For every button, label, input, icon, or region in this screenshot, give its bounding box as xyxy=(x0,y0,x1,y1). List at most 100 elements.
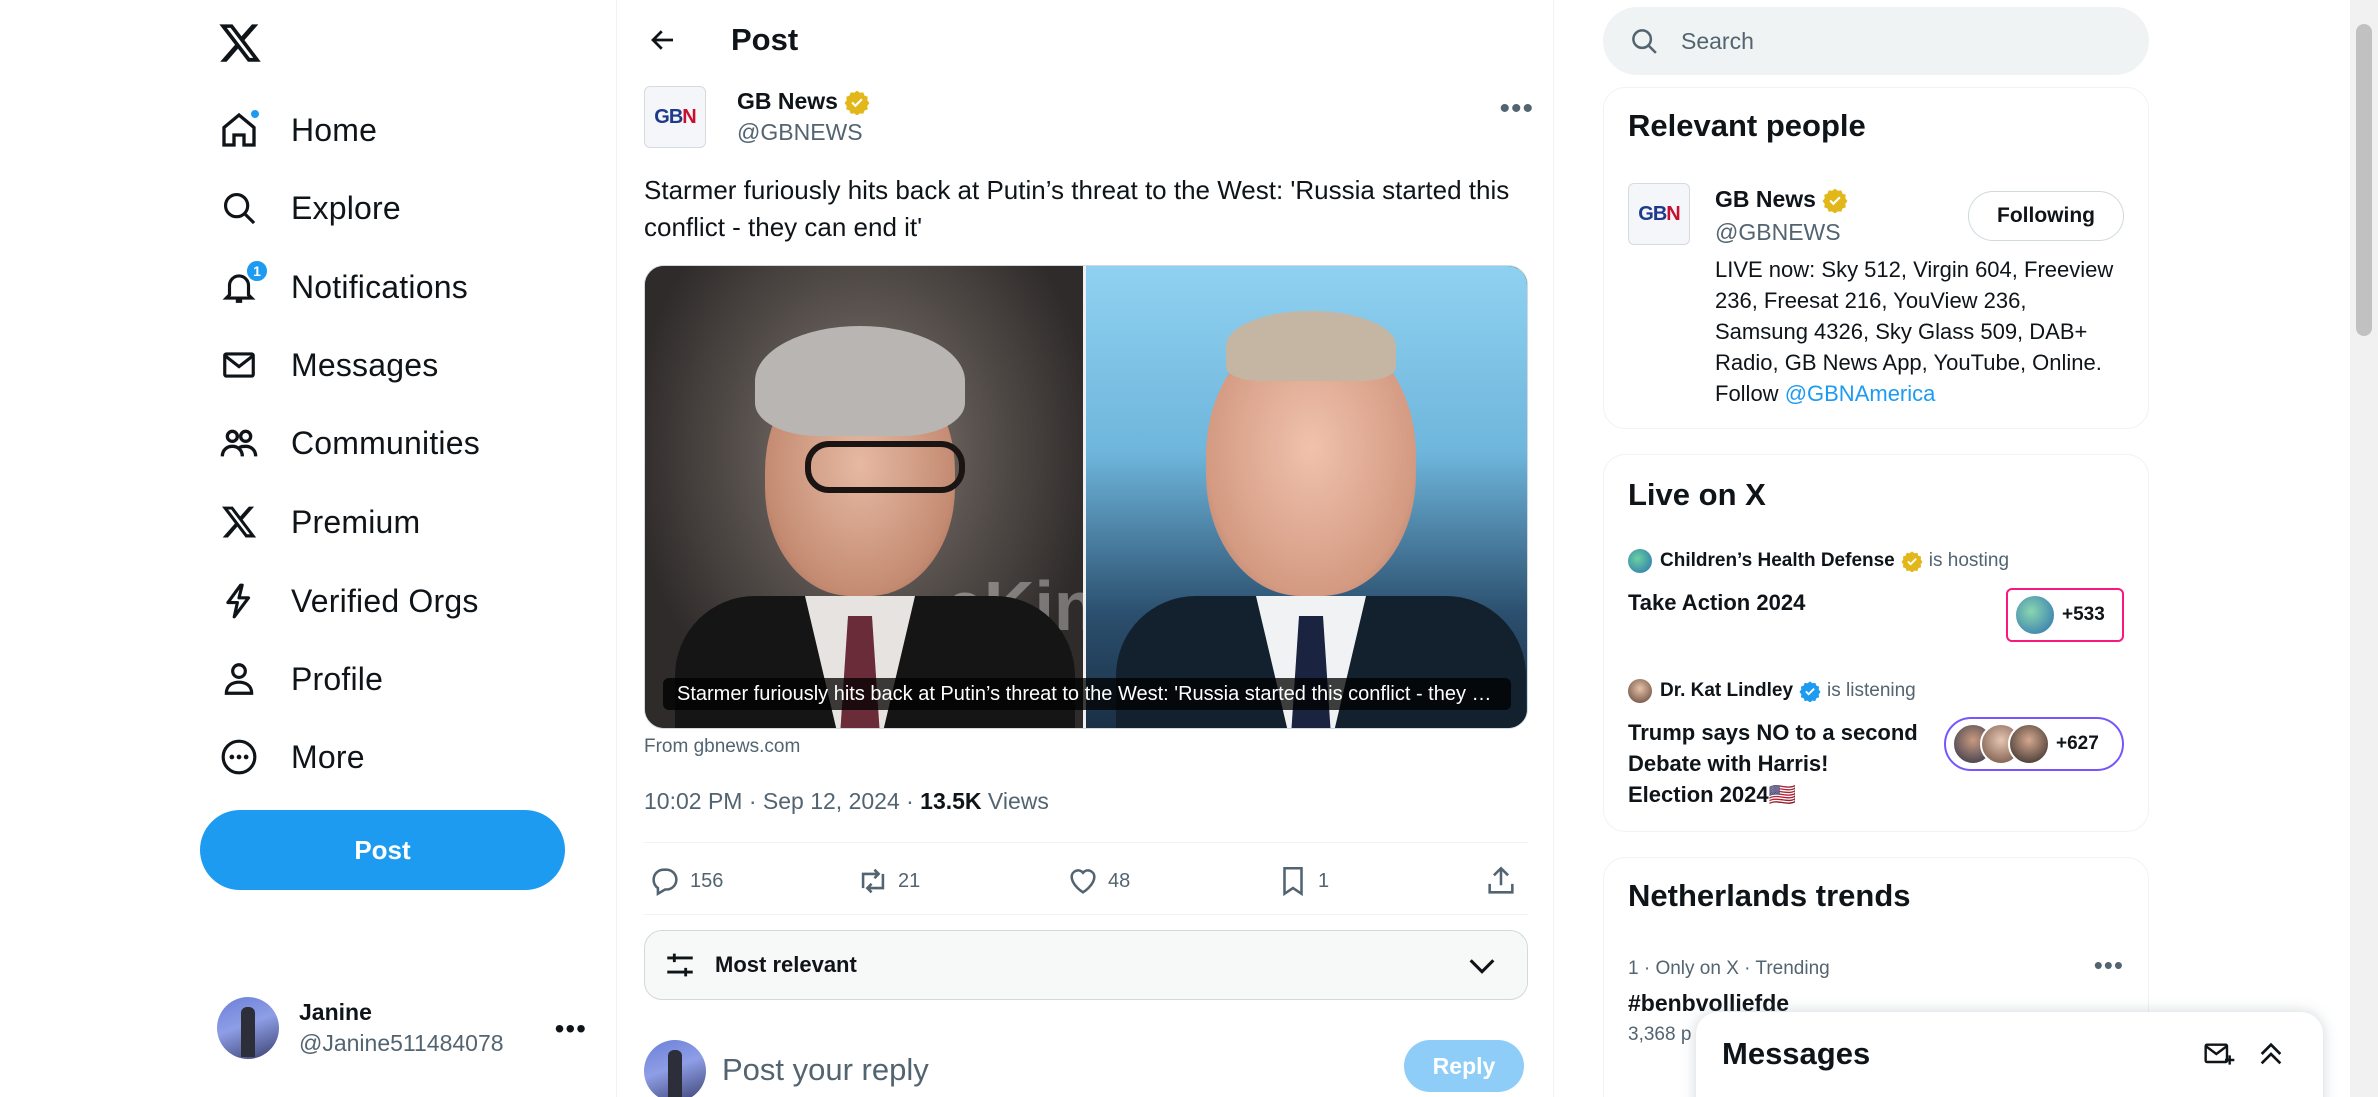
envelope-icon xyxy=(217,343,261,387)
putin-photo xyxy=(1086,266,1527,728)
nav-label: Communities xyxy=(291,424,480,461)
search-icon xyxy=(1632,29,1657,54)
nav-label: Premium xyxy=(291,503,421,540)
space-title[interactable]: Trump says NO to a second Debate with Ha… xyxy=(1628,717,1918,810)
unread-dot xyxy=(249,108,261,120)
bookmark-icon xyxy=(1283,866,1303,897)
back-arrow-icon[interactable] xyxy=(643,20,683,60)
nav-item-profile[interactable]: Profile xyxy=(217,649,383,709)
person-name-row[interactable]: GB News xyxy=(1715,186,1848,213)
new-message-icon[interactable] xyxy=(2203,1038,2235,1070)
page-title: Post xyxy=(731,22,799,57)
like-count: 48 xyxy=(1108,869,1131,892)
link-source[interactable]: From gbnews.com xyxy=(644,736,800,758)
x-logo-icon xyxy=(217,500,261,544)
avatar xyxy=(644,1040,706,1097)
following-button[interactable]: Following xyxy=(1968,191,2124,241)
left-navigation: Home Explore 1 Notifications Messages Co… xyxy=(0,0,617,1097)
bookmark-action[interactable]: 1 xyxy=(1276,858,1329,904)
nav-item-premium[interactable]: Premium xyxy=(217,492,420,552)
person-handle[interactable]: @GBNEWS xyxy=(1715,219,1841,246)
like-action[interactable]: 48 xyxy=(1066,858,1130,904)
repost-action[interactable]: 21 xyxy=(856,858,920,904)
views-label: Views xyxy=(981,788,1049,814)
notification-count-badge: 1 xyxy=(245,259,269,283)
reply-count: 156 xyxy=(690,869,724,892)
person-bio: LIVE now: Sky 512, Virgin 604, Freeview … xyxy=(1715,254,2125,409)
more-icon[interactable]: ••• xyxy=(1499,92,1534,126)
nav-item-home[interactable]: Home xyxy=(217,100,377,160)
person-name[interactable]: GB News xyxy=(1715,186,1816,213)
host-name: Dr. Kat Lindley xyxy=(1660,680,1794,701)
nav-label: Explore xyxy=(291,189,401,226)
nav-item-messages[interactable]: Messages xyxy=(217,335,438,395)
reply-action[interactable]: 156 xyxy=(648,858,723,904)
nav-item-notifications[interactable]: 1 Notifications xyxy=(217,257,468,317)
timestamp[interactable]: 10:02 PM · Sep 12, 2024 · xyxy=(644,788,920,814)
gbnews-avatar[interactable]: GB N xyxy=(644,86,706,148)
trend-meta: 1 · Only on X · Trending xyxy=(1628,958,1830,979)
repost-count: 21 xyxy=(898,869,921,892)
bio-mention-link[interactable]: @GBNAmerica xyxy=(1785,381,1936,406)
nav-label: Notifications xyxy=(291,268,468,305)
account-handle: @Janine511484078 xyxy=(299,1030,504,1056)
author-handle[interactable]: @GBNEWS xyxy=(737,119,863,146)
nav-label: Home xyxy=(291,111,378,148)
views-count: 13.5K xyxy=(920,788,982,814)
listener-avatar xyxy=(2008,723,2050,765)
double-chevron-up-icon[interactable] xyxy=(2255,1038,2287,1070)
host-status: is hosting xyxy=(1928,550,2010,571)
account-switcher[interactable]: Janine @Janine511484078 ••• xyxy=(217,993,587,1063)
trend-post-count: 3,368 p xyxy=(1628,1024,1692,1045)
nav-label: More xyxy=(291,738,365,775)
space-listeners-pill[interactable]: +533 xyxy=(2006,588,2124,642)
tweet-text: Starmer furiously hits back at Putin’s t… xyxy=(644,175,1510,242)
nav-item-explore[interactable]: Explore xyxy=(217,178,401,238)
nav-label: Profile xyxy=(291,660,384,697)
nav-item-verified-orgs[interactable]: Verified Orgs xyxy=(217,571,479,631)
more-icon[interactable]: ••• xyxy=(555,1013,587,1045)
gbnews-avatar[interactable]: GB N xyxy=(1628,183,1690,245)
scrollbar-thumb[interactable] xyxy=(2356,24,2372,336)
space-host-row[interactable]: Dr. Kat Lindley is listening xyxy=(1628,679,1916,703)
listener-count: +533 xyxy=(2062,604,2105,625)
live-on-x-card: Live on X Children’s Health Defense is h… xyxy=(1603,454,2149,832)
reply-sort-dropdown[interactable]: Most relevant xyxy=(644,930,1528,1000)
space-listeners-pill[interactable]: +627 xyxy=(1944,717,2124,771)
heart-icon xyxy=(1070,869,1096,894)
account-name: Janine xyxy=(299,999,372,1025)
search-icon xyxy=(217,186,261,230)
nav-item-more[interactable]: More xyxy=(217,727,365,787)
lightning-icon xyxy=(217,579,261,623)
verified-gold-icon xyxy=(1822,188,1848,213)
nav-item-communities[interactable]: Communities xyxy=(217,413,480,473)
search-input[interactable] xyxy=(1681,27,2101,55)
space-title[interactable]: Take Action 2024 xyxy=(1628,587,1988,618)
author-name[interactable]: GB News xyxy=(737,88,838,115)
post-button[interactable]: Post xyxy=(200,810,565,890)
section-title: Relevant people xyxy=(1628,108,1866,143)
more-icon[interactable]: ••• xyxy=(2094,950,2124,981)
link-card-image[interactable]: eKin Starmer furiously hits back at Puti… xyxy=(644,265,1528,729)
messages-drawer-title: Messages xyxy=(1722,1036,1871,1071)
verified-gold-icon xyxy=(844,90,870,115)
link-card-caption: Starmer furiously hits back at Putin’s t… xyxy=(663,678,1511,710)
right-sidebar: Relevant people GBN GB News @GBNEWS Foll… xyxy=(1555,0,2378,1097)
messages-drawer[interactable]: Messages xyxy=(1696,1012,2323,1097)
author-name-row[interactable]: GB News xyxy=(737,88,870,115)
sort-label: Most relevant xyxy=(715,952,857,977)
share-action[interactable] xyxy=(1484,858,1518,904)
search-bar[interactable] xyxy=(1603,7,2149,75)
verified-blue-icon xyxy=(1799,681,1821,702)
space-host-row[interactable]: Children’s Health Defense is hosting xyxy=(1628,549,2009,573)
home-icon xyxy=(217,108,261,152)
nav-label: Verified Orgs xyxy=(291,582,479,619)
page-scrollbar[interactable] xyxy=(2350,0,2378,1097)
reply-button[interactable]: Reply xyxy=(1404,1040,1524,1092)
reply-composer: Post your reply Reply xyxy=(644,1038,1528,1097)
avatar xyxy=(217,997,279,1059)
tweet-actions: 156 21 48 1 xyxy=(644,858,1528,904)
x-logo-icon[interactable] xyxy=(217,20,263,66)
reply-input[interactable]: Post your reply xyxy=(722,1052,929,1088)
more-circle-icon xyxy=(217,735,261,779)
